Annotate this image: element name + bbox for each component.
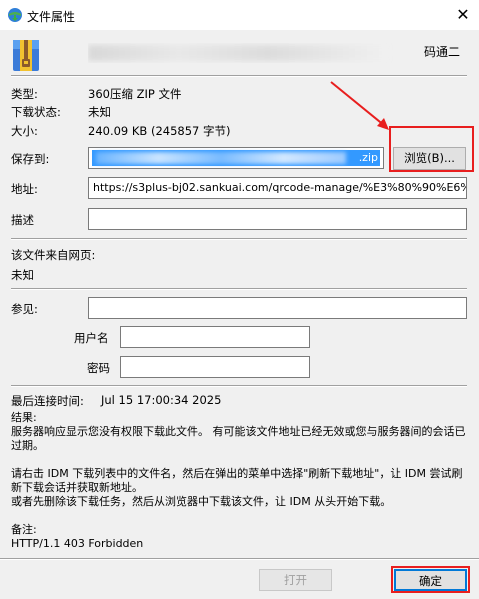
redacted-path <box>96 152 346 164</box>
source-page-label: 该文件来自网页: <box>11 248 96 262</box>
description-input[interactable] <box>88 208 467 230</box>
result-section: 结果: 服务器响应显示您没有权限下载此文件。 有可能该文件地址已经无效或您与服务… <box>11 411 466 551</box>
path-selection: .zip <box>92 150 380 166</box>
result-label: 结果: <box>11 411 37 424</box>
size-label: 大小: <box>11 124 38 138</box>
zip-archive-icon <box>13 40 39 71</box>
save-to-label: 保存到: <box>11 152 50 166</box>
file-name: 码通二 <box>88 43 460 63</box>
redacted-filename <box>88 45 388 61</box>
annotation-highlight-box <box>389 126 474 172</box>
close-icon[interactable]: ✕ <box>449 2 477 28</box>
type-value: 360压缩 ZIP 文件 <box>88 87 182 101</box>
username-label: 用户名 <box>74 331 109 345</box>
last-connection-label: 最后连接时间: <box>11 394 84 408</box>
referrer-input[interactable] <box>88 297 467 319</box>
save-path-input[interactable]: .zip <box>88 147 384 169</box>
divider <box>11 75 467 77</box>
password-label: 密码 <box>87 361 110 375</box>
result-message-2: 请右击 IDM 下载列表中的文件名，然后在弹出的菜单中选择"刷新下载地址"，让 … <box>11 467 463 494</box>
description-label: 描述 <box>11 213 34 227</box>
note-label: 备注: <box>11 523 37 536</box>
file-name-text: 码通二 <box>423 45 460 59</box>
username-input[interactable] <box>120 326 310 348</box>
status-label: 下载状态: <box>11 105 61 119</box>
window-title: 文件属性 <box>27 10 76 24</box>
divider <box>11 238 467 240</box>
size-value: 240.09 KB (245857 字节) <box>88 124 231 138</box>
path-extension: .zip <box>358 151 378 164</box>
divider <box>11 385 467 387</box>
divider <box>0 558 479 560</box>
password-input[interactable] <box>120 356 310 378</box>
url-label: 地址: <box>11 182 38 196</box>
annotation-highlight-box <box>391 566 470 593</box>
idm-globe-icon <box>8 8 22 22</box>
note-value: HTTP/1.1 403 Forbidden <box>11 537 144 550</box>
status-value: 未知 <box>88 105 111 119</box>
divider <box>11 288 467 290</box>
referrer-label: 参见: <box>11 302 38 316</box>
type-label: 类型: <box>11 87 38 101</box>
url-input[interactable]: https://s3plus-bj02.sankuai.com/qrcode-m… <box>88 177 467 199</box>
result-message-3: 或者先删除该下载任务，然后从浏览器中下载该文件，让 IDM 从头开始下载。 <box>11 495 392 508</box>
red-annotation-arrow <box>330 81 389 130</box>
last-connection-value: Jul 15 17:00:34 2025 <box>101 393 222 407</box>
open-button[interactable]: 打开 <box>259 569 332 591</box>
result-message-1: 服务器响应显示您没有权限下载此文件。 有可能该文件地址已经无效或您与服务器间的会… <box>11 425 466 452</box>
source-page-value: 未知 <box>11 268 34 282</box>
